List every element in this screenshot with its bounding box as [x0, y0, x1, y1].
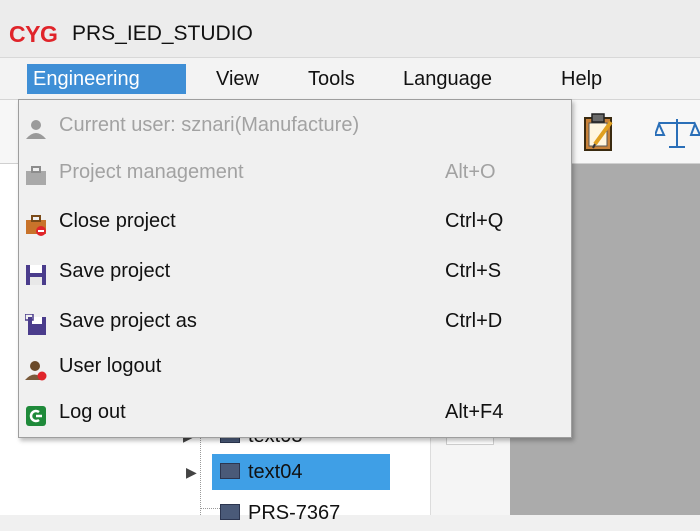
expand-arrow-icon[interactable]: ▶	[186, 464, 197, 481]
exit-icon	[25, 401, 47, 426]
menu-item-shortcut: Ctrl+S	[445, 260, 502, 282]
menu-engineering[interactable]: Engineering	[27, 64, 186, 94]
menu-item-shortcut: Ctrl+Q	[445, 210, 504, 232]
menu-item-current-user: Current user: sznari(Manufacture)	[19, 105, 571, 145]
menu-language[interactable]: Language	[397, 64, 498, 94]
menu-item-label: Close project	[59, 210, 176, 232]
menu-item-label: Project management	[59, 161, 244, 183]
menu-tools[interactable]: Tools	[302, 64, 361, 94]
save-as-icon	[24, 310, 47, 335]
save-icon	[25, 260, 47, 285]
tree-connector	[200, 436, 201, 515]
menu-help[interactable]: Help	[555, 64, 608, 94]
menu-item-save-project-as[interactable]: Save project as Ctrl+D	[19, 301, 571, 341]
menu-item-project-management: Project management Alt+O	[19, 152, 571, 192]
device-icon	[220, 462, 240, 479]
clipboard-edit-icon[interactable]	[581, 112, 619, 154]
menu-item-user-logout[interactable]: User logout	[19, 346, 571, 386]
menu-item-save-project[interactable]: Save project Ctrl+S	[19, 251, 571, 291]
app-logo: CYG	[9, 21, 58, 47]
briefcase-icon	[25, 161, 47, 185]
app-title: PRS_IED_STUDIO	[72, 22, 253, 45]
user-logout-icon	[25, 355, 47, 381]
menu-item-log-out[interactable]: Log out Alt+F4	[19, 392, 571, 432]
tree-item-label: text04	[248, 461, 303, 483]
menu-item-shortcut: Alt+O	[445, 161, 496, 183]
close-project-icon	[25, 210, 47, 236]
menu-item-label: Current user: sznari(Manufacture)	[59, 114, 360, 136]
menu-item-shortcut: Alt+F4	[445, 401, 504, 423]
menu-item-close-project[interactable]: Close project Ctrl+Q	[19, 201, 571, 241]
menu-item-label: Log out	[59, 401, 126, 423]
menu-item-shortcut: Ctrl+D	[445, 310, 503, 332]
tree-item-label: PRS-7367	[248, 502, 341, 524]
menu-bar: Engineering View Tools Language Help	[0, 58, 700, 100]
menu-item-label: Save project as	[59, 310, 197, 332]
device-icon	[220, 503, 240, 520]
tree-item-selected[interactable]: text04	[212, 454, 390, 490]
menu-item-label: User logout	[59, 355, 162, 377]
user-icon	[25, 114, 47, 139]
title-bar: CYG PRS_IED_STUDIO	[0, 0, 700, 58]
engineering-dropdown-menu: Current user: sznari(Manufacture) Projec…	[18, 99, 572, 438]
menu-view[interactable]: View	[210, 64, 265, 94]
tree-item[interactable]: PRS-7367	[212, 495, 392, 531]
menu-item-label: Save project	[59, 260, 171, 282]
balance-scale-icon[interactable]	[655, 115, 700, 153]
